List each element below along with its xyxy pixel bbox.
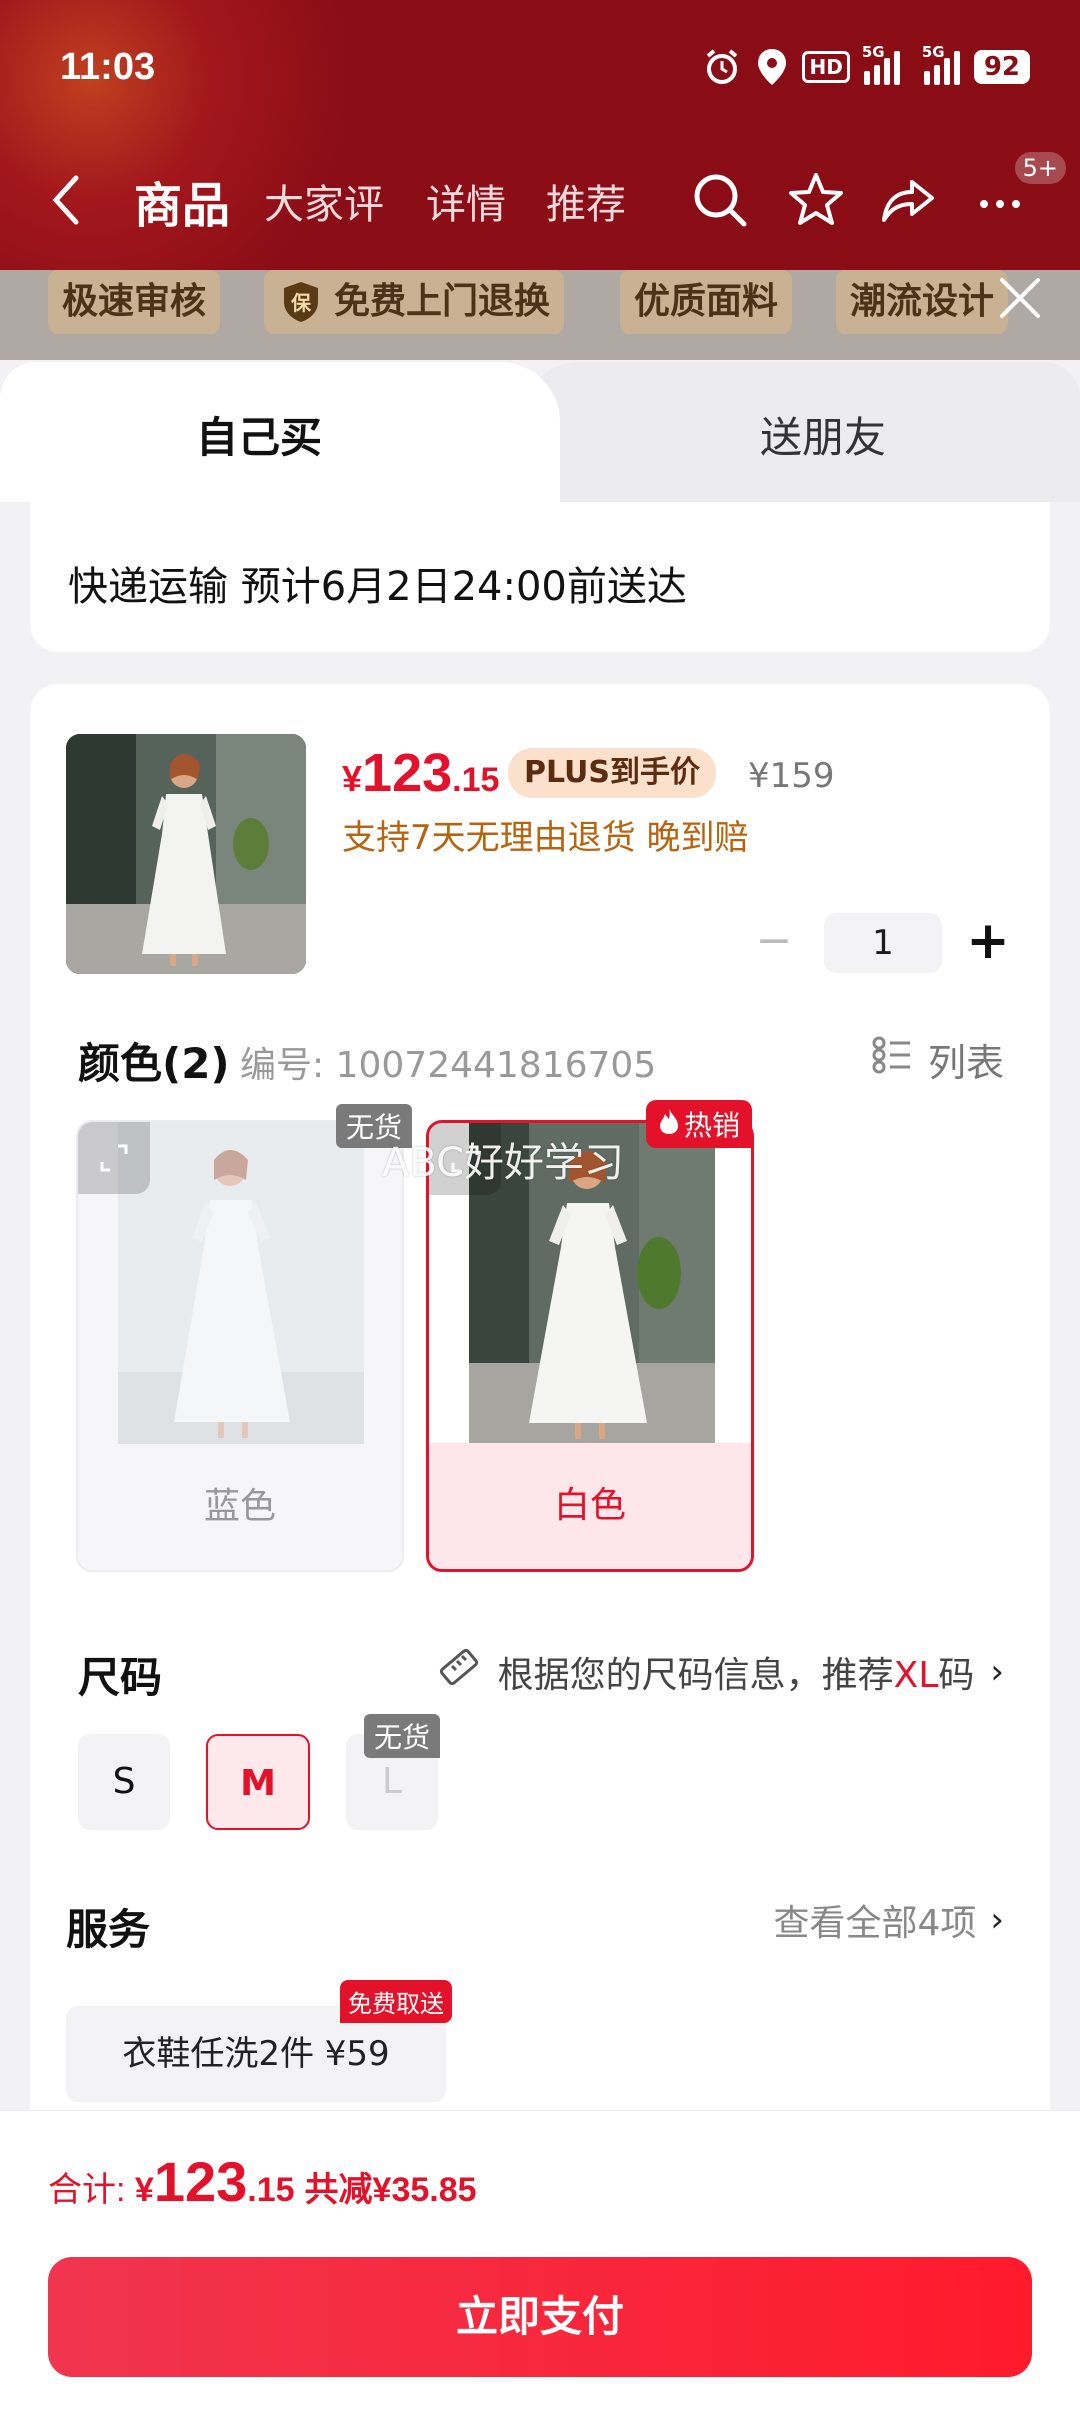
delivery-info[interactable]: 快递运输 预计6月2日24:00前送达 — [30, 502, 1050, 652]
original-price: ¥159 — [748, 756, 835, 796]
size-recommendation[interactable]: 根据您的尺码信息，推荐XL码 › — [436, 1644, 1004, 1699]
color-option-label: 蓝色 — [78, 1444, 402, 1570]
color-title: 颜色(2) — [78, 1039, 230, 1088]
chevron-right-icon: › — [990, 1651, 1004, 1692]
alarm-icon — [702, 48, 742, 86]
checkout-bar: 合计: ¥123.15 共减¥35.85 立即支付 — [0, 2110, 1080, 2412]
svg-text:保: 保 — [290, 291, 312, 315]
decrease-button[interactable]: − — [744, 912, 804, 974]
feature-tags: 极速审核 保 免费上门退换 优质面料 潮流设计 — [0, 270, 1080, 360]
expand-image-icon[interactable] — [78, 1122, 150, 1194]
watermark: ABC好好学习 — [382, 1140, 625, 1186]
signal-icon-1: 5G — [862, 43, 900, 85]
size-option-m[interactable]: M — [206, 1734, 310, 1830]
battery-indicator: 92 — [973, 50, 1030, 84]
hot-sale-badge: 热销 — [646, 1100, 753, 1148]
delivery-text: 快递运输 预计6月2日24:00前送达 — [68, 564, 687, 610]
share-icon[interactable] — [878, 170, 938, 230]
tab-reviews[interactable]: 大家评 — [264, 172, 384, 230]
location-icon — [756, 48, 788, 86]
flame-icon — [658, 1107, 680, 1142]
pay-now-button[interactable]: 立即支付 — [48, 2257, 1032, 2377]
plus-price-badge: PLUS到手价 — [508, 748, 717, 798]
close-icon[interactable] — [990, 268, 1050, 328]
tab-recommend[interactable]: 推荐 — [546, 172, 626, 230]
nav-bar: 商品 大家评 详情 推荐 — [0, 160, 1080, 240]
product-thumbnail[interactable] — [66, 734, 306, 974]
tab-details[interactable]: 详情 — [426, 172, 506, 230]
star-icon[interactable] — [786, 170, 846, 230]
status-time: 11:03 — [60, 46, 156, 88]
signal-icon-2: 5G — [922, 43, 960, 85]
total-price: 合计: ¥123.15 共减¥35.85 — [48, 2150, 477, 2213]
notification-badge: 5+ — [1014, 152, 1066, 184]
product-code: 编号: 10072441816705 — [240, 1045, 657, 1086]
service-title: 服务 — [66, 1905, 151, 1954]
status-bar: 11:03 HD 5G 5G 92 — [0, 0, 1080, 140]
size-title: 尺码 — [78, 1653, 163, 1702]
back-button[interactable] — [46, 170, 86, 230]
status-icons: HD 5G 5G 92 — [702, 43, 1030, 86]
free-pickup-badge: 免费取送 — [340, 1980, 452, 2023]
size-out-of-stock-badge: 无货 — [364, 1714, 441, 1758]
color-option-label: 白色 — [429, 1443, 751, 1569]
search-icon[interactable] — [690, 170, 750, 230]
size-option-s[interactable]: S — [78, 1734, 170, 1830]
color-option-blue[interactable]: 蓝色 — [76, 1120, 404, 1572]
tag-quality: 优质面料 — [620, 270, 793, 334]
current-price: ¥123.15 — [342, 743, 500, 803]
purchase-sheet: 自己买 送朋友 快递运输 预计6月2日24:00前送达 ¥123.15 PLUS… — [0, 362, 1080, 2412]
tag-fast-review: 极速审核 — [48, 270, 221, 334]
tab-gift-friend-label: 送朋友 — [760, 413, 887, 462]
tab-buy-self-label: 自己买 — [196, 413, 323, 462]
chevron-right-icon: › — [990, 1900, 1004, 1940]
purchase-mode-tabs: 自己买 送朋友 — [0, 362, 1080, 502]
list-label: 列表 — [927, 1041, 1004, 1085]
hd-icon: HD — [802, 51, 850, 83]
tag-trend: 潮流设计 — [836, 270, 1009, 334]
increase-button[interactable]: + — [962, 912, 1014, 974]
list-icon — [872, 1034, 914, 1085]
quantity-stepper: − 1 + — [744, 912, 1014, 974]
refund-policy: 支持7天无理由退货 晚到赔 — [342, 818, 749, 858]
quantity-value[interactable]: 1 — [824, 913, 942, 973]
list-view-toggle[interactable]: 列表 — [872, 1032, 1004, 1087]
tab-product[interactable]: 商品 — [134, 166, 230, 236]
blue-dress-image — [118, 1122, 364, 1448]
view-all-services[interactable]: 查看全部4项 › — [773, 1894, 1004, 1946]
shield-icon: 保 — [280, 280, 322, 324]
ruler-icon — [436, 1644, 482, 1699]
top-header: 11:03 HD 5G 5G 92 商品 大家评 详情 推荐 5+ — [0, 0, 1080, 270]
tag-free-return: 保 免费上门退换 — [264, 270, 565, 334]
